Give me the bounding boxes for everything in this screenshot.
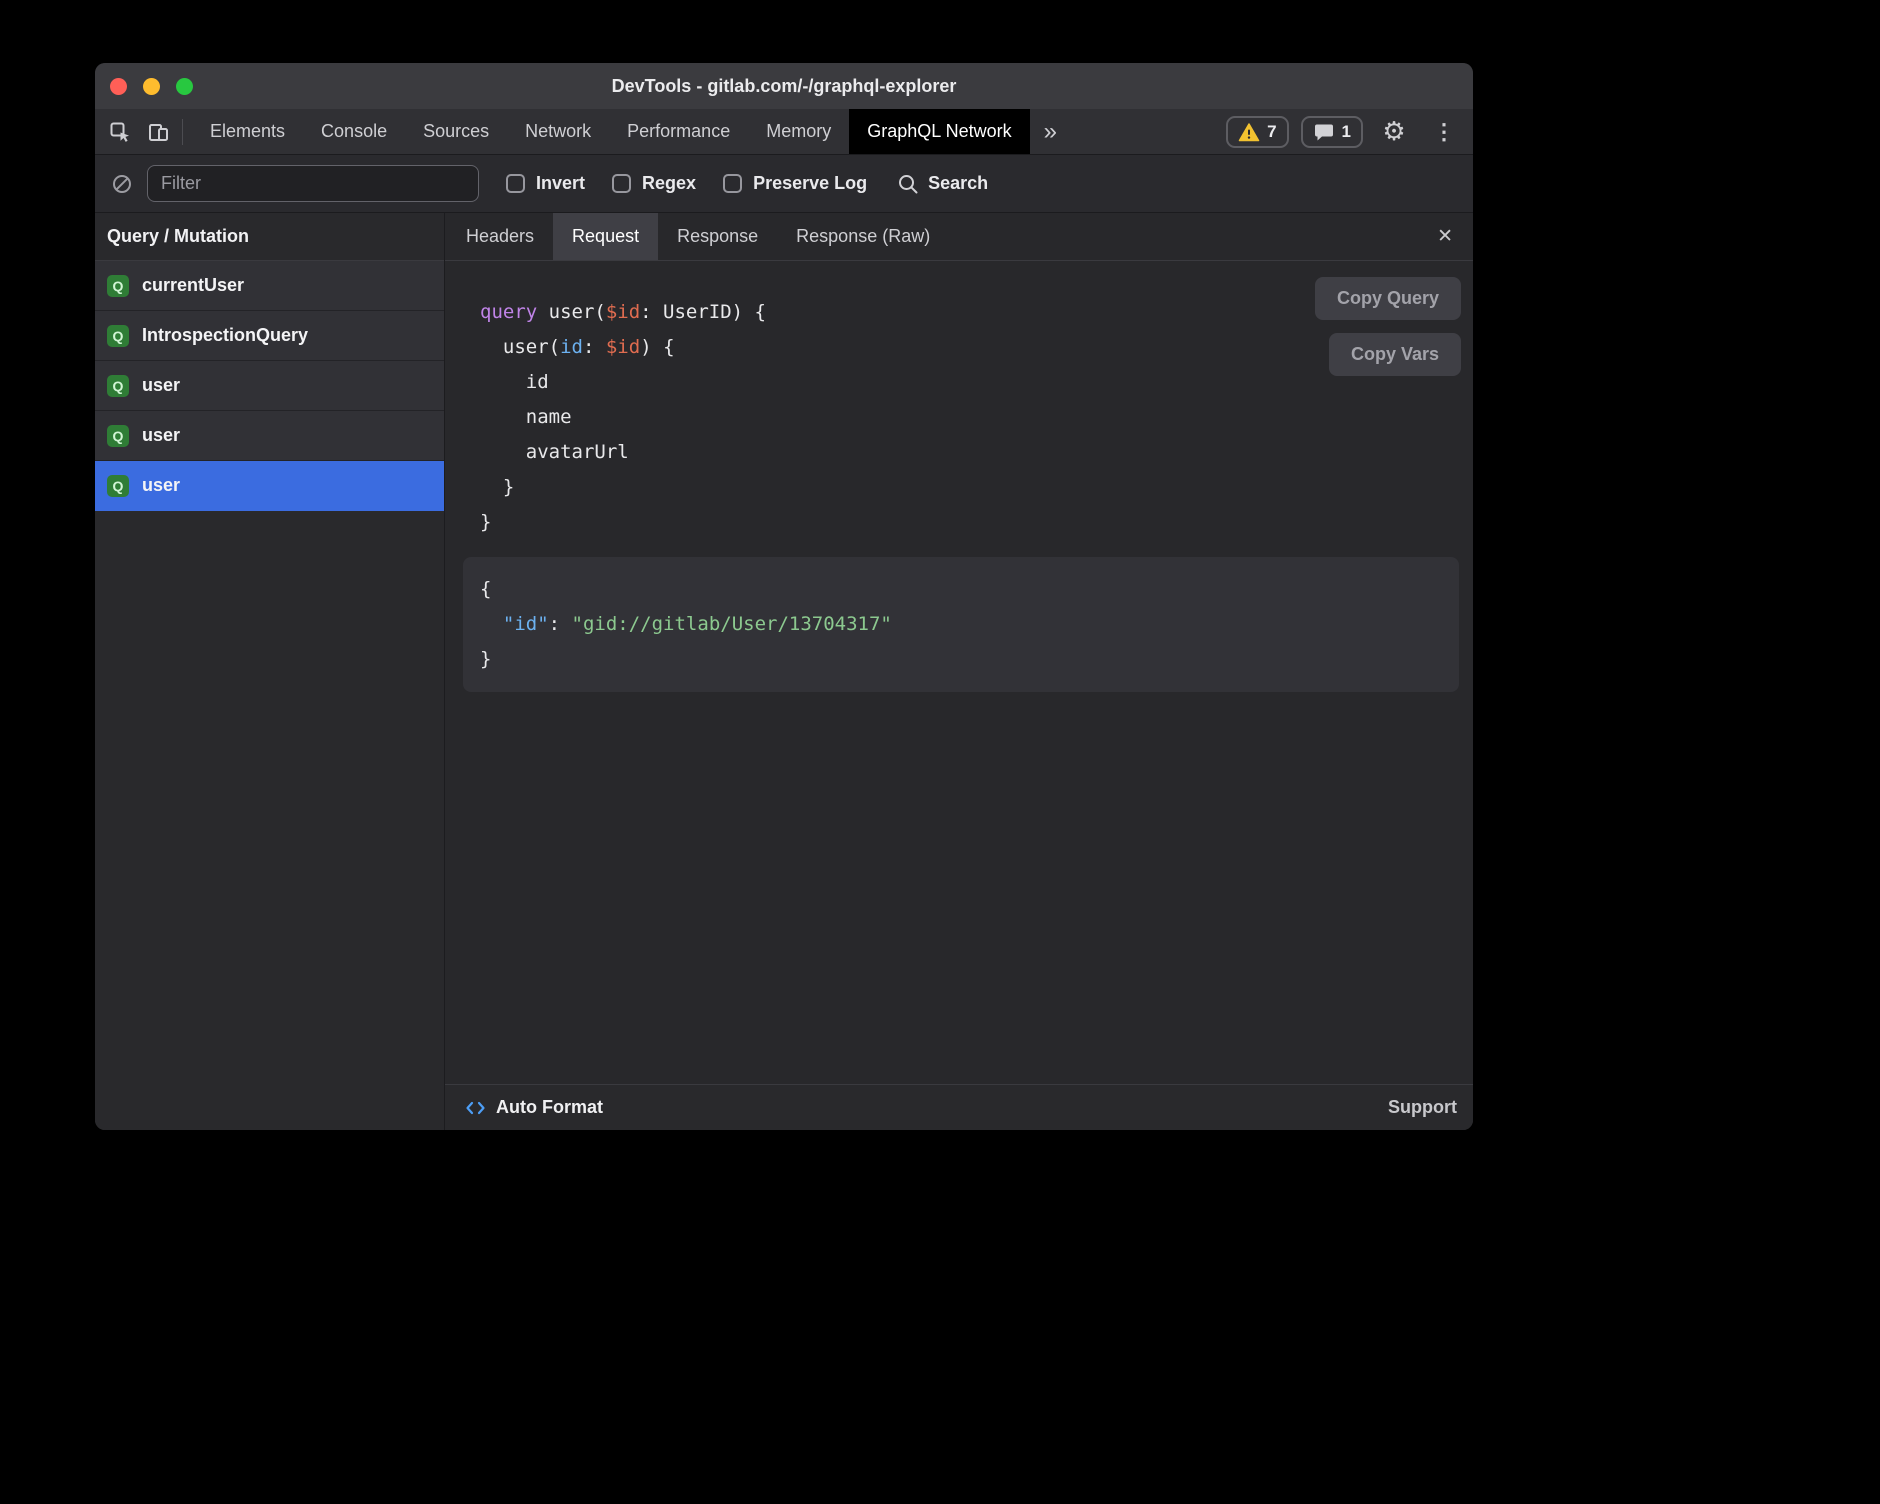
request-panel-body: query user($id: UserID) { user(id: $id) … <box>445 261 1473 1084</box>
copy-vars-button[interactable]: Copy Vars <box>1329 333 1461 376</box>
filter-toolbar: Invert Regex Preserve Log Search <box>95 155 1473 213</box>
block-icon <box>111 173 133 195</box>
message-bubble-icon <box>1313 121 1335 143</box>
query-sidebar: Query / Mutation QcurrentUserQIntrospect… <box>95 213 445 1130</box>
checkbox-box[interactable] <box>506 174 525 193</box>
query-list: QcurrentUserQIntrospectionQueryQuserQuse… <box>95 261 444 1130</box>
checkbox-invert[interactable]: Invert <box>506 173 585 194</box>
filter-checkboxes: Invert Regex Preserve Log <box>479 173 867 194</box>
tab-console[interactable]: Console <box>303 109 405 154</box>
query-list-item-currentuser[interactable]: QcurrentUser <box>95 261 444 311</box>
query-type-badge: Q <box>107 275 129 297</box>
code-line: } <box>480 642 1442 677</box>
sidebar-header: Query / Mutation <box>95 213 444 261</box>
query-list-item-user[interactable]: Quser <box>95 411 444 461</box>
query-label: user <box>142 375 180 396</box>
code-line: avatarUrl <box>480 435 1473 470</box>
query-list-item-introspectionquery[interactable]: Q IntrospectionQuery <box>95 311 444 361</box>
detail-tab-response[interactable]: Response <box>658 213 777 260</box>
warning-count: 7 <box>1267 122 1276 142</box>
code-line: { <box>480 572 1442 607</box>
code-format-icon <box>465 1098 486 1118</box>
titlebar: DevTools - gitlab.com/-/graphql-explorer <box>95 63 1473 109</box>
tabbar-right-cluster: 7 1 ⚙ ⋮ <box>1226 113 1463 151</box>
query-list-item-user[interactable]: Quser <box>95 361 444 411</box>
devtools-tabs: ElementsConsoleSourcesNetworkPerformance… <box>192 109 1030 154</box>
query-label: currentUser <box>142 275 244 296</box>
device-toolbar-button[interactable] <box>139 113 177 151</box>
inspect-element-button[interactable] <box>101 113 139 151</box>
panel-statusbar: Auto Format Support <box>445 1084 1473 1130</box>
inspect-cursor-icon <box>109 121 131 143</box>
filter-input[interactable] <box>147 165 479 202</box>
close-window-button[interactable] <box>110 78 127 95</box>
main-area: Query / Mutation QcurrentUserQIntrospect… <box>95 213 1473 1130</box>
checkbox-label: Regex <box>642 173 696 194</box>
query-type-badge: Q <box>107 325 129 347</box>
code-line: id <box>480 365 1473 400</box>
window-controls <box>95 78 193 95</box>
issues-badge[interactable]: 1 <box>1301 116 1363 148</box>
query-list-item-user[interactable]: Quser <box>95 461 444 511</box>
auto-format-button[interactable]: Auto Format <box>465 1097 603 1118</box>
close-panel-button[interactable]: ✕ <box>1433 223 1457 250</box>
tab-elements[interactable]: Elements <box>192 109 303 154</box>
query-type-badge: Q <box>107 375 129 397</box>
message-count: 1 <box>1342 122 1351 142</box>
auto-format-label: Auto Format <box>496 1097 603 1118</box>
request-variables-box: { "id": "gid://gitlab/User/13704317"} <box>463 557 1459 692</box>
more-tabs-button[interactable]: » <box>1030 120 1071 144</box>
checkbox-regex[interactable]: Regex <box>612 173 696 194</box>
checkbox-box[interactable] <box>612 174 631 193</box>
detail-panel-header: HeadersRequestResponseResponse (Raw) ✕ <box>445 213 1473 261</box>
checkbox-label: Preserve Log <box>753 173 867 194</box>
devtools-window: DevTools - gitlab.com/-/graphql-explorer… <box>95 63 1473 1130</box>
query-label: user <box>142 425 180 446</box>
checkbox-label: Invert <box>536 173 585 194</box>
detail-panel: HeadersRequestResponseResponse (Raw) ✕ q… <box>445 213 1473 1130</box>
tab-performance[interactable]: Performance <box>609 109 748 154</box>
window-title: DevTools - gitlab.com/-/graphql-explorer <box>95 76 1473 97</box>
clear-button[interactable] <box>105 165 139 203</box>
tab-graphql-network[interactable]: GraphQL Network <box>849 109 1029 154</box>
checkbox-box[interactable] <box>723 174 742 193</box>
devtools-tabbar: ElementsConsoleSourcesNetworkPerformance… <box>95 109 1473 155</box>
search-toggle-button[interactable]: Search <box>897 173 988 195</box>
code-line: } <box>480 470 1473 505</box>
zoom-window-button[interactable] <box>176 78 193 95</box>
device-toolbar-icon <box>147 121 169 143</box>
search-label: Search <box>928 173 988 194</box>
settings-gear-icon[interactable]: ⚙ <box>1375 113 1413 151</box>
warning-triangle-icon <box>1238 121 1260 143</box>
support-link[interactable]: Support <box>1388 1097 1457 1118</box>
detail-tabs: HeadersRequestResponseResponse (Raw) <box>447 213 949 260</box>
warnings-badge[interactable]: 7 <box>1226 116 1288 148</box>
code-line: user(id: $id) { <box>480 330 1473 365</box>
detail-tab-request[interactable]: Request <box>553 213 658 260</box>
detail-tab-response-raw[interactable]: Response (Raw) <box>777 213 949 260</box>
query-label: IntrospectionQuery <box>142 325 308 346</box>
query-label: user <box>142 475 180 496</box>
code-line: "id": "gid://gitlab/User/13704317" <box>480 607 1442 642</box>
search-icon <box>897 173 919 195</box>
copy-query-button[interactable]: Copy Query <box>1315 277 1461 320</box>
toolbar-divider <box>182 119 183 145</box>
tab-memory[interactable]: Memory <box>748 109 849 154</box>
kebab-menu-icon[interactable]: ⋮ <box>1425 113 1463 151</box>
checkbox-preserve-log[interactable]: Preserve Log <box>723 173 867 194</box>
tab-network[interactable]: Network <box>507 109 609 154</box>
detail-tab-headers[interactable]: Headers <box>447 213 553 260</box>
code-line: name <box>480 400 1473 435</box>
minimize-window-button[interactable] <box>143 78 160 95</box>
code-line: } <box>480 505 1473 540</box>
tab-sources[interactable]: Sources <box>405 109 507 154</box>
query-type-badge: Q <box>107 425 129 447</box>
query-type-badge: Q <box>107 475 129 497</box>
